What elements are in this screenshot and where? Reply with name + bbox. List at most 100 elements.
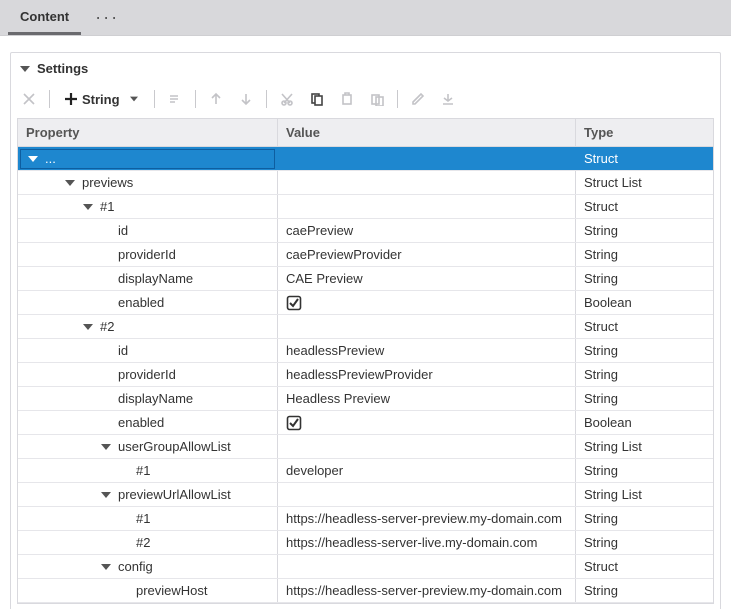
twisty-none (118, 586, 130, 596)
table-row[interactable]: userGroupAllowListString List (18, 435, 713, 459)
table-row[interactable]: id caePreviewString (18, 219, 713, 243)
cell-property-text: providerId (118, 247, 176, 262)
checkbox-checked-icon[interactable] (286, 295, 302, 311)
table-row[interactable]: #1https://headless-server-preview.my-dom… (18, 507, 713, 531)
cell-value[interactable] (278, 483, 576, 506)
selected-row-dropdown[interactable]: ... (20, 149, 275, 169)
twisty-expanded-icon[interactable] (27, 154, 39, 164)
cell-type-text: String (584, 463, 618, 478)
cell-value[interactable]: CAE Preview (278, 267, 576, 290)
cell-value[interactable]: Headless Preview (278, 387, 576, 410)
table-row[interactable]: previewHosthttps://headless-server-previ… (18, 579, 713, 603)
twisty-expanded-icon[interactable] (82, 322, 94, 332)
cell-value[interactable] (278, 291, 576, 314)
twisty-none (100, 250, 112, 260)
twisty-expanded-icon[interactable] (82, 202, 94, 212)
twisty-expanded-icon[interactable] (100, 490, 112, 500)
cut-button[interactable] (277, 89, 297, 109)
delete-button[interactable] (19, 89, 39, 109)
table-row[interactable]: displayNameHeadless PreviewString (18, 387, 713, 411)
paste-into-button[interactable] (367, 89, 387, 109)
cell-value[interactable]: caePreviewProvider (278, 243, 576, 266)
table-row[interactable]: providerIdcaePreviewProviderString (18, 243, 713, 267)
cell-property-text: id (118, 223, 128, 238)
paste-button[interactable] (337, 89, 357, 109)
col-property[interactable]: Property (18, 119, 278, 146)
duplicate-button[interactable] (165, 89, 185, 109)
add-string-label: String (82, 92, 120, 107)
cell-value[interactable] (278, 411, 576, 434)
table-row[interactable]: #1Struct (18, 195, 713, 219)
table-row[interactable]: #1developerString (18, 459, 713, 483)
table-row[interactable]: #2 Struct (18, 315, 713, 339)
cell-value[interactable]: headlessPreviewProvider (278, 363, 576, 386)
cell-type: String (576, 387, 713, 410)
twisty-expanded-icon[interactable] (64, 178, 76, 188)
toolbar-separator (195, 90, 196, 108)
table-row[interactable]: providerIdheadlessPreviewProviderString (18, 363, 713, 387)
cell-property-text: #2 (100, 319, 114, 334)
edit-button[interactable] (408, 89, 428, 109)
cell-property-text: providerId (118, 367, 176, 382)
twisty-none (100, 346, 112, 356)
plus-icon (64, 92, 78, 106)
move-up-button[interactable] (206, 89, 226, 109)
cell-type: Struct (576, 315, 713, 338)
checkbox-checked-icon[interactable] (286, 415, 302, 431)
cell-property: #2 (18, 531, 278, 554)
cell-type-text: String (584, 511, 618, 526)
cell-type: String (576, 339, 713, 362)
cell-value[interactable] (278, 555, 576, 578)
col-type[interactable]: Type (576, 119, 713, 146)
tab-bar: Content ··· (0, 0, 731, 36)
cell-value-text: Headless Preview (286, 391, 390, 406)
cell-type-text: Boolean (584, 415, 632, 430)
cell-value[interactable]: developer (278, 459, 576, 482)
cell-type: String (576, 579, 713, 602)
cell-value-text: https://headless-server-preview.my-domai… (286, 583, 562, 598)
cell-type: String List (576, 435, 713, 458)
add-string-button[interactable]: String (60, 88, 144, 110)
cell-value-text: CAE Preview (286, 271, 363, 286)
table-row[interactable]: idheadlessPreviewString (18, 339, 713, 363)
download-button[interactable] (438, 89, 458, 109)
table-row[interactable]: #2https://headless-server-live.my-domain… (18, 531, 713, 555)
tab-content[interactable]: Content (8, 0, 81, 35)
table-row[interactable]: configStruct (18, 555, 713, 579)
panel-header[interactable]: Settings (11, 53, 720, 84)
table-row[interactable]: enabledBoolean (18, 291, 713, 315)
table-row[interactable]: previewsStruct List (18, 171, 713, 195)
panel-title: Settings (37, 61, 88, 76)
move-down-button[interactable] (236, 89, 256, 109)
twisty-none (100, 370, 112, 380)
cell-property: id (18, 219, 278, 242)
cell-value[interactable] (278, 147, 576, 170)
col-value[interactable]: Value (278, 119, 576, 146)
cell-value[interactable]: https://headless-server-preview.my-domai… (278, 579, 576, 602)
cell-property-text: config (118, 559, 153, 574)
twisty-expanded-icon[interactable] (100, 442, 112, 452)
twisty-expanded-icon[interactable] (100, 562, 112, 572)
table-row[interactable]: previewUrlAllowListString List (18, 483, 713, 507)
cell-property-text: previews (82, 175, 133, 190)
cell-property: id (18, 339, 278, 362)
cell-type: String (576, 219, 713, 242)
copy-button[interactable] (307, 89, 327, 109)
cell-property-text: enabled (118, 295, 164, 310)
cell-value[interactable]: https://headless-server-preview.my-domai… (278, 507, 576, 530)
table-row[interactable]: ...Struct (18, 147, 713, 171)
cell-value[interactable]: headlessPreview (278, 339, 576, 362)
table-row[interactable]: displayNameCAE PreviewString (18, 267, 713, 291)
toolbar-separator (49, 90, 50, 108)
cell-type-text: String List (584, 439, 642, 454)
cell-value[interactable] (278, 195, 576, 218)
cell-value[interactable] (278, 435, 576, 458)
table-row[interactable]: enabledBoolean (18, 411, 713, 435)
settings-panel: Settings String (10, 52, 721, 609)
settings-grid: Property Value Type ...StructpreviewsStr… (17, 118, 714, 604)
cell-value[interactable]: https://headless-server-live.my-domain.c… (278, 531, 576, 554)
more-menu-button[interactable]: ··· (89, 7, 125, 28)
cell-value[interactable] (278, 315, 576, 338)
cell-value[interactable] (278, 171, 576, 194)
cell-value[interactable]: caePreview (278, 219, 576, 242)
